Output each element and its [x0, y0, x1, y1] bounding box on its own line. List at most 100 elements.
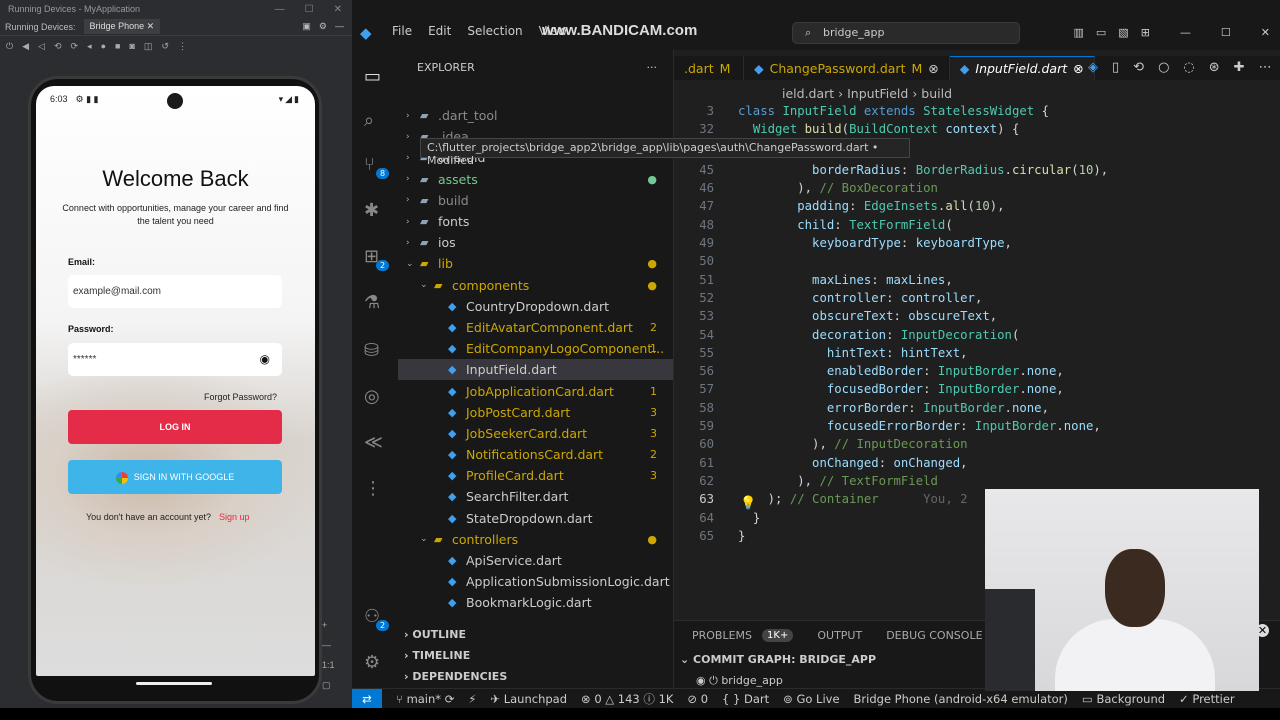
menu-file[interactable]: File: [392, 24, 412, 38]
toggle-sidebar-icon[interactable]: ▥: [1073, 26, 1083, 39]
breadcrumb[interactable]: ield.dart › InputField › build: [782, 86, 952, 101]
debug-icon[interactable]: ✱: [364, 200, 379, 221]
device-status[interactable]: Bridge Phone (android-x64 emulator): [854, 692, 1068, 706]
forgot-password-link[interactable]: Forgot Password?: [204, 392, 277, 402]
toggle-secondary-icon[interactable]: ▧: [1118, 26, 1128, 39]
code-line[interactable]: 55 hintText: hintText,: [674, 346, 1280, 364]
tree-item[interactable]: › ▰ ios: [398, 232, 673, 253]
code-line[interactable]: 59 focusedErrorBorder: InputBorder.none,: [674, 419, 1280, 437]
ports-status[interactable]: ⊘ 0: [687, 692, 708, 706]
editor-tab[interactable]: .dart M: [674, 56, 744, 80]
section-dependencies[interactable]: › DEPENDENCIES: [398, 666, 674, 687]
explorer-icon[interactable]: ▭: [364, 66, 381, 87]
code-line[interactable]: 58 errorBorder: InputBorder.none,: [674, 401, 1280, 419]
source-control-icon[interactable]: ⑂: [364, 154, 375, 175]
camera-icon[interactable]: ◙: [129, 41, 134, 51]
tree-item[interactable]: ◆ JobPostCard.dart 3: [398, 402, 673, 423]
volume-down-icon[interactable]: ◁: [38, 41, 45, 52]
code-line[interactable]: 54 decoration: InputDecoration(: [674, 328, 1280, 346]
close-icon[interactable]: ✕: [1261, 26, 1270, 39]
language-status[interactable]: { } Dart: [722, 692, 769, 706]
panel-tab-problems[interactable]: PROBLEMS: [692, 629, 752, 642]
section-outline[interactable]: › OUTLINE: [398, 624, 674, 645]
snapshot-icon[interactable]: ◫: [144, 41, 153, 52]
command-center-search[interactable]: ⌕ bridge_app: [792, 22, 1020, 44]
toggle-panel-icon[interactable]: ▭: [1096, 26, 1106, 39]
prettier-status[interactable]: ✓ Prettier: [1179, 692, 1235, 706]
signup-link[interactable]: Sign up: [219, 512, 250, 522]
code-line[interactable]: 57 focusedBorder: InputBorder.none,: [674, 382, 1280, 400]
code-line[interactable]: 61 onChanged: onChanged,: [674, 456, 1280, 474]
tree-item[interactable]: ◆ InputField.dart: [398, 359, 673, 381]
zoom-out-icon[interactable]: —: [322, 640, 335, 650]
code-line[interactable]: 60 ), // InputDecoration: [674, 437, 1280, 455]
code-line[interactable]: 3 class InputField extends StatelessWidge…: [674, 104, 1280, 122]
code-line[interactable]: 51 maxLines: maxLines,: [674, 273, 1280, 291]
layout-icon[interactable]: ⊞: [1141, 26, 1150, 39]
menu-edit[interactable]: Edit: [428, 24, 451, 38]
remote-icon[interactable]: ⇄: [352, 688, 382, 709]
zoom-in-icon[interactable]: +: [322, 620, 335, 630]
editor-tab[interactable]: ◆ InputField.dart ⊗: [949, 56, 1095, 80]
manage-gear-icon[interactable]: ⚙: [364, 652, 380, 673]
circle-icon[interactable]: ○: [1158, 60, 1169, 75]
tree-item[interactable]: ◆ EditCompanyLogoComponent... 1: [398, 338, 673, 359]
tree-item[interactable]: › ▰ build: [398, 190, 673, 211]
minimize-icon[interactable]: —: [1180, 26, 1191, 39]
tree-item[interactable]: ◆ StateDropdown.dart: [398, 508, 673, 529]
minimize-icon[interactable]: —: [275, 4, 285, 15]
background-status[interactable]: ▭ Background: [1082, 692, 1165, 706]
search-icon[interactable]: ⌕: [364, 110, 374, 131]
more-icon[interactable]: ⋮: [364, 478, 382, 499]
open-device-icon[interactable]: ▯: [1112, 60, 1119, 75]
tree-item[interactable]: ◆ JobApplicationCard.dart 1: [398, 380, 673, 401]
google-signin-button[interactable]: SIGN IN WITH GOOGLE: [68, 460, 282, 494]
code-line[interactable]: 46 ), // BoxDecoration: [674, 181, 1280, 199]
tree-item[interactable]: ◆ ProfileCard.dart 3: [398, 465, 673, 486]
minus-icon[interactable]: —: [335, 21, 344, 32]
close-tab-icon[interactable]: ⊗: [1073, 61, 1083, 76]
device-tab[interactable]: Bridge Phone ✕: [83, 19, 161, 34]
zoom-level[interactable]: 1:1: [322, 660, 335, 670]
volume-up-icon[interactable]: ◀: [22, 41, 29, 52]
reset-icon[interactable]: ↺: [161, 41, 169, 52]
rotate-right-icon[interactable]: ⟳: [71, 41, 79, 52]
password-field[interactable]: ****** ◉: [68, 343, 282, 376]
tree-item[interactable]: ⌄ ▰ controllers ●: [398, 529, 673, 550]
layout-icon[interactable]: ▣: [302, 21, 311, 32]
email-field[interactable]: example@mail.com: [68, 275, 282, 308]
gear-icon[interactable]: ⚙: [319, 21, 327, 32]
database-icon[interactable]: ⛁: [364, 340, 379, 361]
login-button[interactable]: LOG IN: [68, 410, 282, 444]
code-line[interactable]: 50: [674, 254, 1280, 272]
remote-explorer-icon[interactable]: ◎: [364, 386, 380, 407]
tree-item[interactable]: ◆ BookmarkLogic.dart: [398, 592, 673, 613]
section-timeline[interactable]: › TIMELINE: [398, 645, 674, 666]
tree-item[interactable]: ⌄ ▰ components ●: [398, 275, 673, 296]
close-icon[interactable]: ✕: [334, 4, 342, 15]
problems-status[interactable]: ⊗ 0 △ 143 ⓘ 1K: [581, 691, 673, 707]
launchpad-status[interactable]: ✈ Launchpad: [490, 692, 567, 706]
circle-outline-icon[interactable]: ◌: [1183, 60, 1194, 75]
more-icon[interactable]: ⋮: [178, 41, 187, 52]
close-overlay-icon[interactable]: ✕: [1256, 624, 1269, 637]
rotate-left-icon[interactable]: ⟲: [54, 41, 62, 52]
code-line[interactable]: 52 controller: controller,: [674, 291, 1280, 309]
split-icon[interactable]: ✚: [1234, 60, 1245, 75]
panel-tab-output[interactable]: OUTPUT: [817, 629, 862, 642]
tree-item[interactable]: ⌄ ▰ lib ●: [398, 253, 673, 274]
code-line[interactable]: 49 keyboardType: keyboardType,: [674, 236, 1280, 254]
tree-item[interactable]: ◆ JobSeekerCard.dart 3: [398, 423, 673, 444]
testing-icon[interactable]: ⚗: [364, 292, 380, 313]
power-icon[interactable]: ⏻: [6, 41, 13, 52]
maximize-icon[interactable]: ☐: [1221, 26, 1231, 39]
eye-icon[interactable]: ◉: [260, 352, 270, 366]
tree-item[interactable]: › ▰ assets ●: [398, 169, 673, 190]
lightbulb-icon[interactable]: 💡: [740, 496, 756, 511]
fit-screen-icon[interactable]: ▢: [322, 680, 335, 691]
close-tab-icon[interactable]: ⊗: [928, 61, 938, 76]
code-line[interactable]: 53 obscureText: obscureText,: [674, 309, 1280, 327]
home-icon[interactable]: ●: [101, 41, 106, 51]
sync-icon[interactable]: ⚡: [468, 692, 476, 706]
hot-reload-icon[interactable]: ⊛: [1209, 60, 1220, 75]
